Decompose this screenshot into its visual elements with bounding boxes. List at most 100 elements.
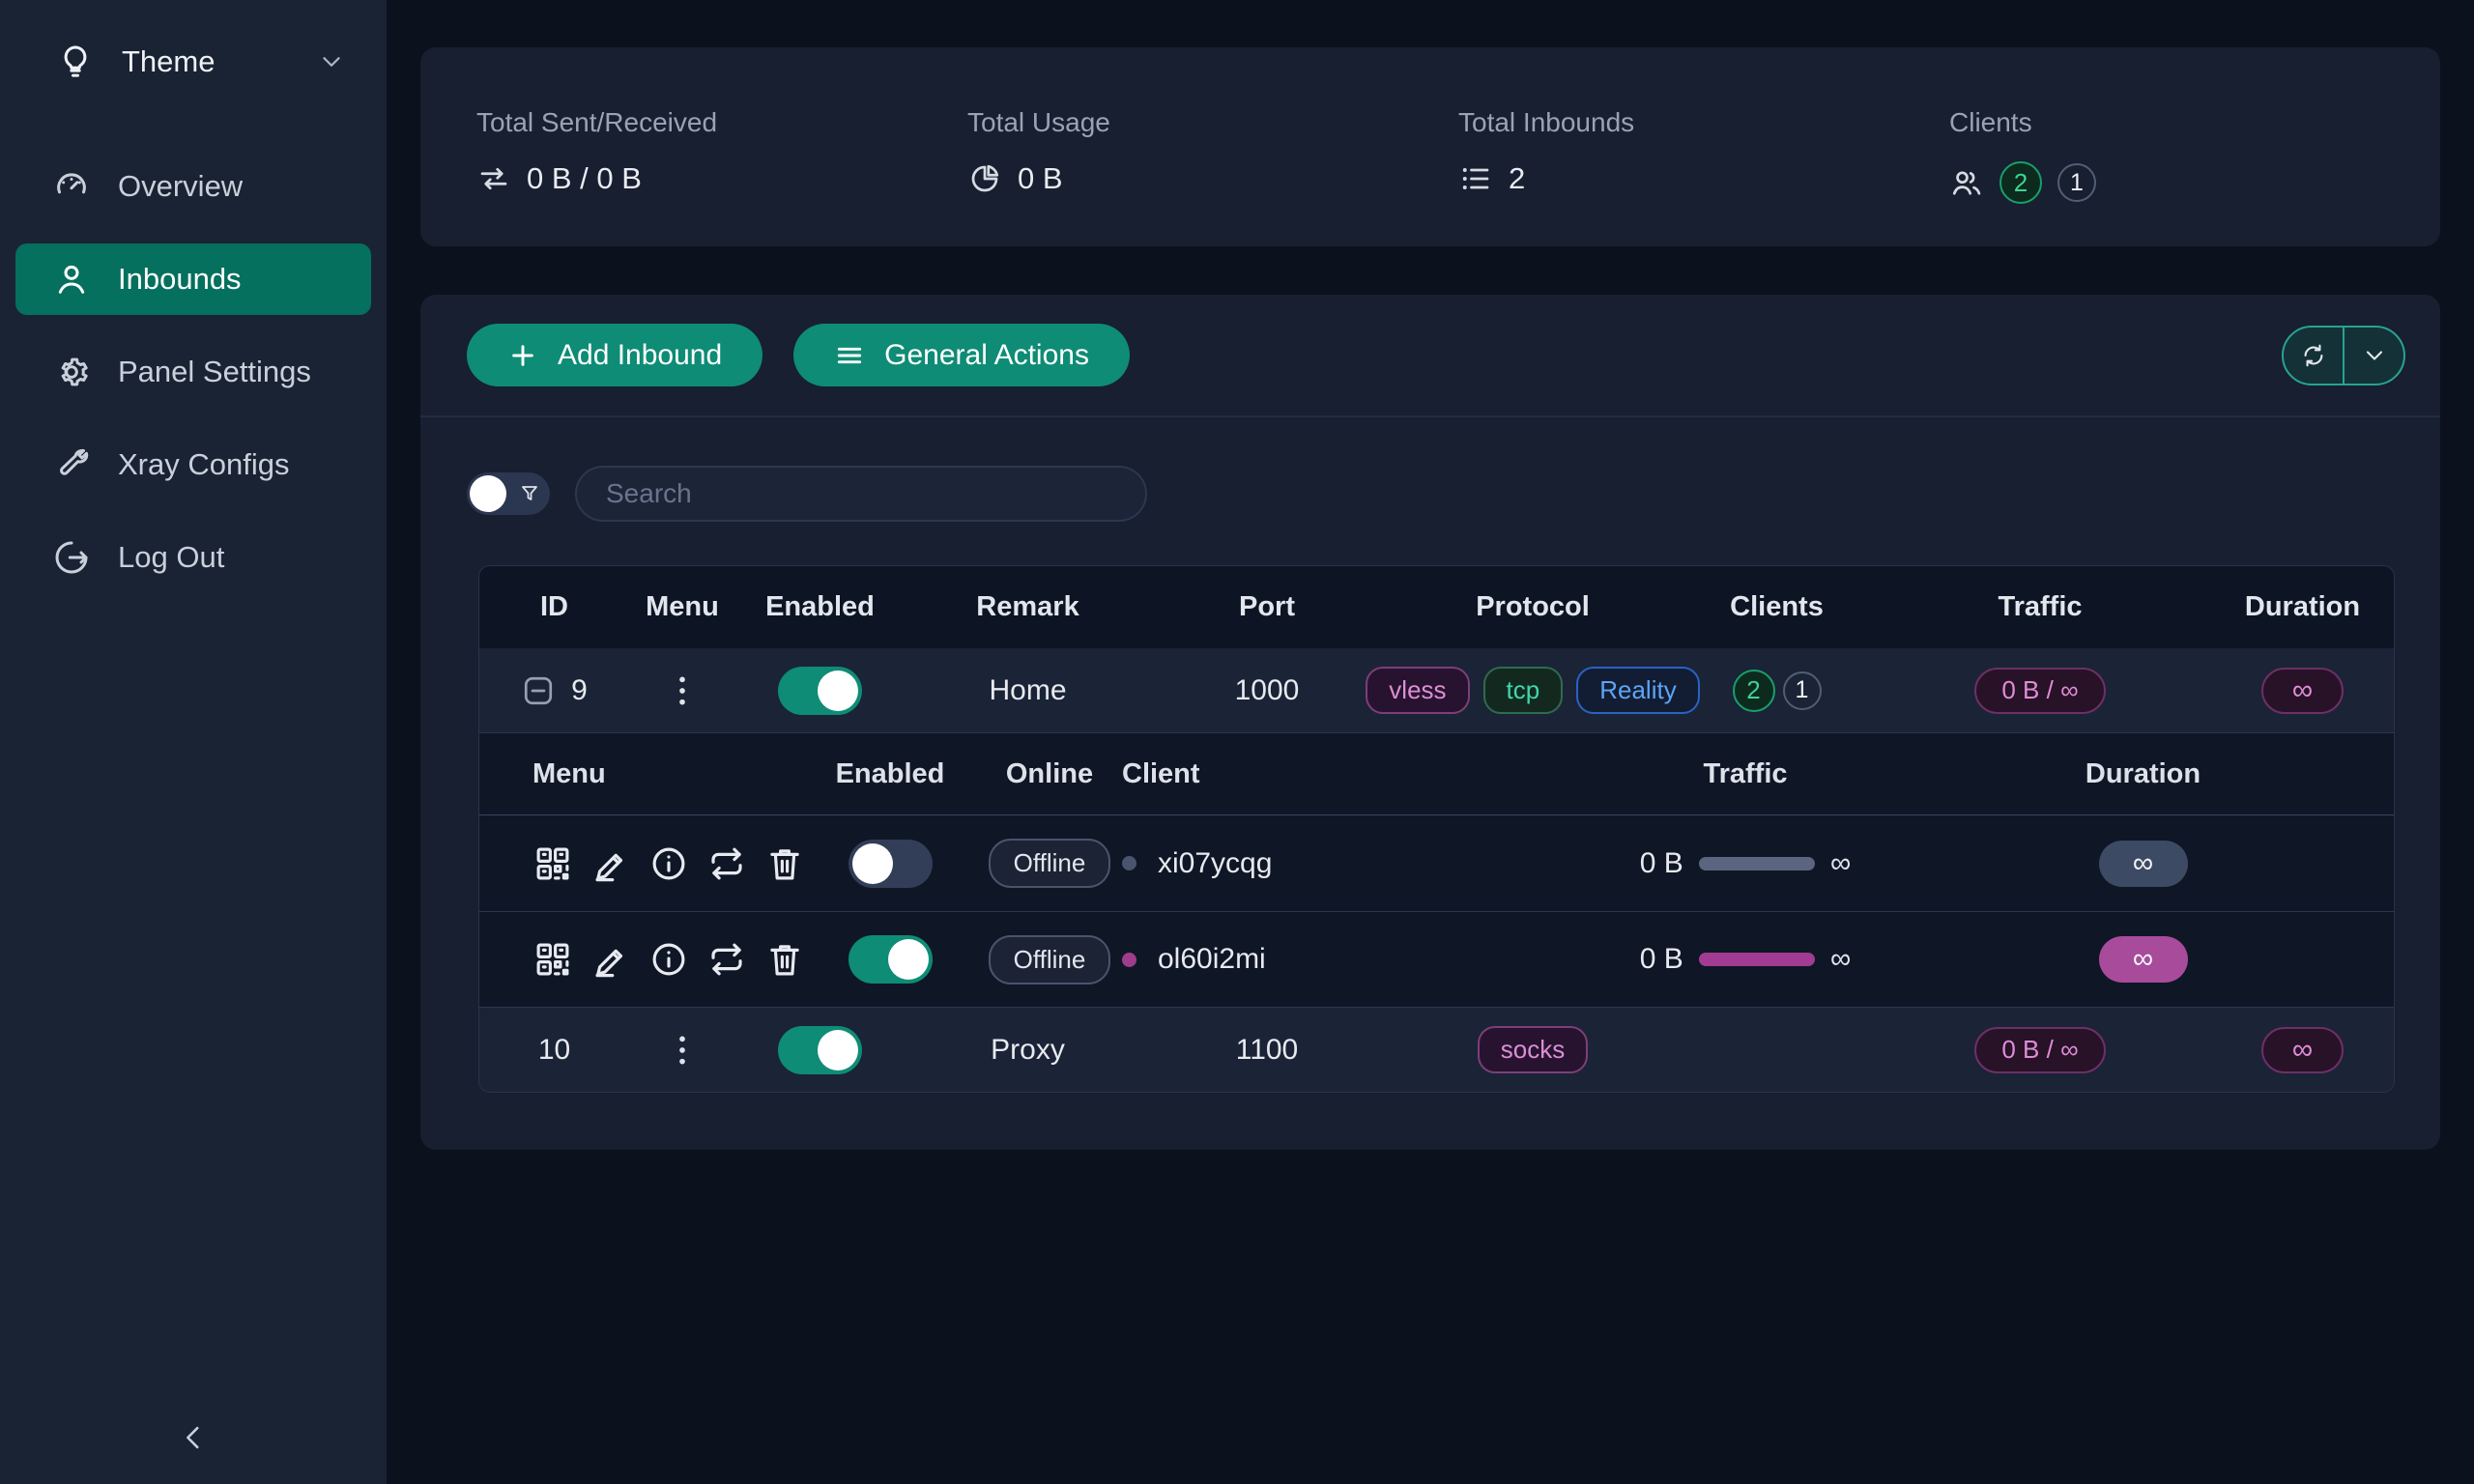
chevron-down-icon — [317, 47, 346, 76]
refresh-options-button[interactable] — [2343, 328, 2403, 384]
edit-icon[interactable] — [590, 843, 631, 884]
client-enabled-toggle[interactable] — [849, 935, 933, 984]
user-icon — [52, 260, 91, 299]
client-row: Offline xi07ycqg 0 B ∞ ∞ — [479, 815, 2394, 911]
sidebar-item-overview[interactable]: Overview — [15, 151, 371, 222]
clients-online-badge: 2 — [1999, 161, 2042, 204]
funnel-icon — [518, 482, 541, 505]
add-inbound-button[interactable]: Add Inbound — [467, 324, 762, 386]
stat-clients: Clients 2 1 — [1949, 107, 2440, 246]
refresh-button[interactable] — [2284, 328, 2343, 384]
stat-total-inbounds: Total Inbounds 2 — [1458, 107, 1949, 246]
info-icon[interactable] — [648, 939, 689, 980]
header-duration: Duration — [2209, 591, 2395, 623]
stat-total-sent-received: Total Sent/Received 0 B / 0 B — [476, 107, 967, 246]
stat-label: Total Sent/Received — [476, 107, 967, 138]
client-name: xi07ycqg — [1158, 847, 1272, 880]
inbounds-table: ID Menu Enabled Remark Port Protocol Cli… — [478, 565, 2395, 1093]
toggle-knob — [888, 939, 929, 980]
stat-label: Total Usage — [967, 107, 1458, 138]
header-menu: Menu — [629, 591, 735, 623]
inbound-remark: Home — [905, 674, 1151, 707]
sidebar: Theme Overview Inbounds Panel Settings X… — [0, 0, 387, 1484]
inbound-remark: Proxy — [905, 1034, 1151, 1067]
reset-traffic-icon[interactable] — [706, 939, 747, 980]
chevron-left-icon — [177, 1421, 210, 1454]
traffic-badge: 0 B / ∞ — [1974, 668, 2105, 714]
pie-chart-icon — [967, 161, 1002, 196]
row-menu-icon[interactable] — [663, 671, 702, 710]
inbound-port: 1100 — [1151, 1034, 1383, 1067]
protocol-tag: vless — [1366, 667, 1469, 714]
theme-label: Theme — [122, 44, 215, 79]
qr-code-icon[interactable] — [532, 843, 573, 884]
row-menu-icon[interactable] — [663, 1031, 702, 1070]
reset-traffic-icon[interactable] — [706, 843, 747, 884]
toggle-knob — [818, 671, 858, 711]
traffic-progress-bar — [1699, 953, 1815, 966]
table-header-row: ID Menu Enabled Remark Port Protocol Cli… — [479, 566, 2394, 648]
subheader-traffic: Traffic — [1596, 758, 1895, 790]
sidebar-nav: Overview Inbounds Panel Settings Xray Co… — [0, 151, 387, 593]
subheader-client: Client — [1122, 758, 1596, 790]
sidebar-item-panel-settings[interactable]: Panel Settings — [15, 336, 371, 408]
stat-total-usage: Total Usage 0 B — [967, 107, 1458, 246]
transfer-icon — [476, 161, 511, 196]
filter-toggle[interactable] — [467, 472, 550, 515]
refresh-icon — [2300, 342, 2327, 369]
chevron-down-icon — [2361, 342, 2388, 369]
info-icon[interactable] — [648, 843, 689, 884]
header-clients: Clients — [1683, 591, 1871, 623]
traffic-used: 0 B — [1640, 943, 1683, 976]
client-subtable-header: Menu Enabled Online Client Traffic Durat… — [479, 733, 2394, 815]
clients-online-badge: 2 — [1733, 670, 1775, 712]
inbounds-panel: Add Inbound General Actions — [420, 295, 2440, 1150]
wrench-icon — [52, 445, 91, 484]
search-row — [420, 417, 2440, 522]
stat-value: 0 B — [1018, 161, 1063, 196]
client-name: ol60i2mi — [1158, 943, 1266, 976]
gauge-icon — [52, 167, 91, 206]
stats-card: Total Sent/Received 0 B / 0 B Total Usag… — [420, 47, 2440, 246]
delete-icon[interactable] — [764, 843, 805, 884]
list-icon — [1458, 161, 1493, 196]
subheader-menu: Menu — [532, 758, 803, 790]
table-row: 10 Proxy 1100 socks 0 B / ∞ ∞ — [479, 1008, 2394, 1092]
sidebar-collapse-button[interactable] — [170, 1414, 216, 1461]
logout-icon — [52, 538, 91, 577]
delete-icon[interactable] — [764, 939, 805, 980]
collapse-row-icon[interactable] — [521, 673, 556, 708]
stat-value: 2 — [1509, 161, 1525, 196]
header-port: Port — [1151, 591, 1383, 623]
stat-label: Clients — [1949, 107, 2440, 138]
protocol-tag: socks — [1478, 1026, 1588, 1073]
sidebar-item-label: Xray Configs — [118, 447, 289, 482]
traffic-used: 0 B — [1640, 847, 1683, 880]
traffic-badge: 0 B / ∞ — [1974, 1027, 2105, 1073]
sidebar-item-label: Log Out — [118, 540, 224, 575]
inbound-enabled-toggle[interactable] — [778, 1026, 862, 1074]
sidebar-item-label: Overview — [118, 169, 243, 204]
client-enabled-toggle[interactable] — [849, 840, 933, 888]
sidebar-item-log-out[interactable]: Log Out — [15, 522, 371, 593]
table-row: 9 Home 1000 vless tcp Reality 2 1 — [479, 648, 2394, 732]
header-remark: Remark — [905, 591, 1151, 623]
sidebar-item-inbounds[interactable]: Inbounds — [15, 243, 371, 315]
clients-icon — [1949, 165, 1984, 200]
inbound-enabled-toggle[interactable] — [778, 667, 862, 715]
theme-selector[interactable]: Theme — [0, 31, 387, 93]
subheader-enabled: Enabled — [803, 758, 977, 790]
search-input[interactable] — [575, 466, 1147, 522]
traffic-cap: ∞ — [1830, 847, 1851, 880]
stat-value: 0 B / 0 B — [527, 161, 642, 196]
header-traffic: Traffic — [1871, 591, 2209, 623]
qr-code-icon[interactable] — [532, 939, 573, 980]
inbound-port: 1000 — [1151, 674, 1383, 707]
duration-badge: ∞ — [2261, 668, 2344, 714]
inbound-id: 9 — [571, 674, 588, 707]
edit-icon[interactable] — [590, 939, 631, 980]
general-actions-button[interactable]: General Actions — [793, 324, 1130, 386]
client-status-dot — [1122, 953, 1136, 967]
protocol-tag: tcp — [1483, 667, 1564, 714]
sidebar-item-xray-configs[interactable]: Xray Configs — [15, 429, 371, 500]
